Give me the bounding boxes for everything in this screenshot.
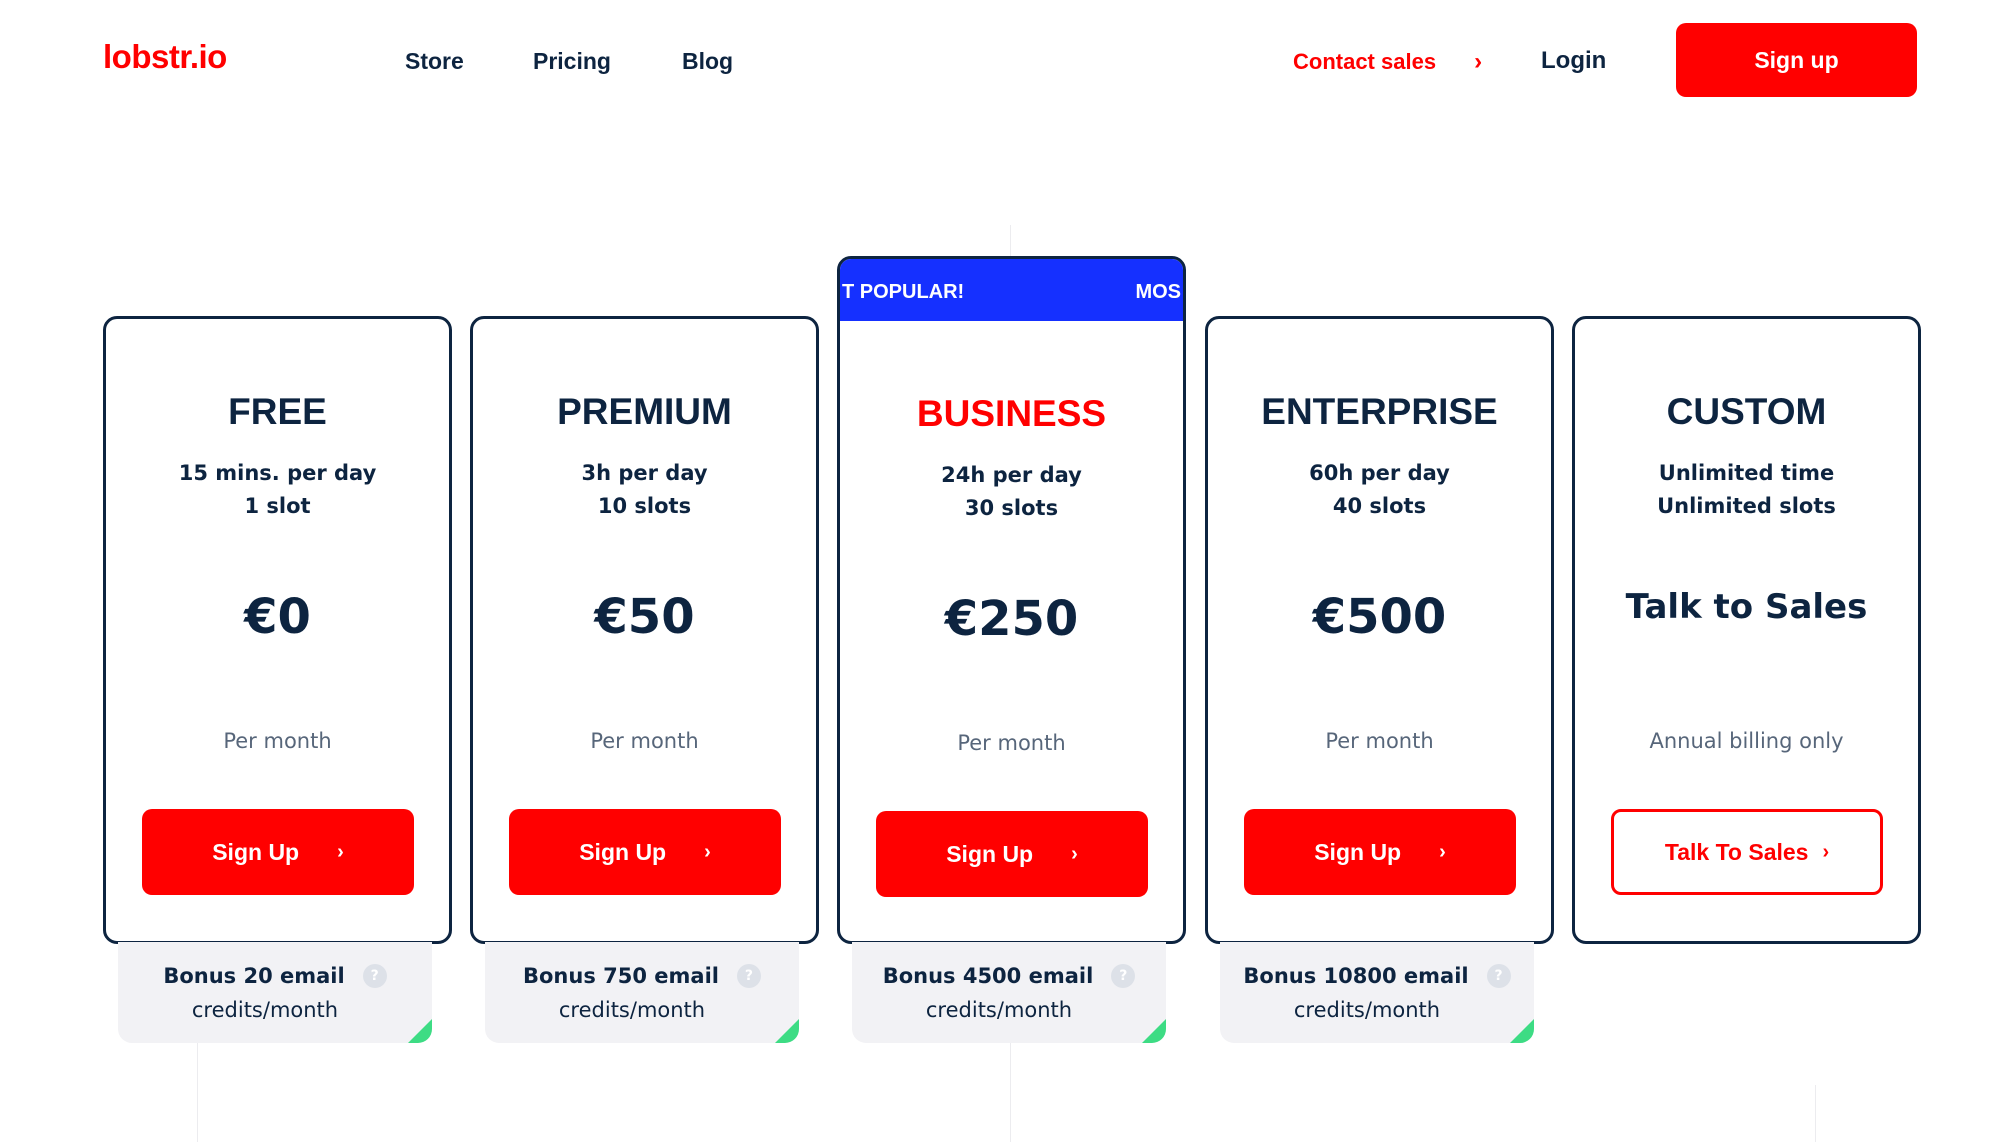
plan-feature-time: 3h per day — [581, 461, 708, 485]
plan-feature-time: 24h per day — [941, 463, 1082, 487]
contact-sales-link[interactable]: Contact sales › — [1293, 48, 1482, 76]
banner-text: MOS — [1135, 281, 1181, 303]
plan-card-free: FREE 15 mins. per day 1 slot €0 Per mont… — [103, 316, 452, 944]
help-icon[interactable]: ? — [1111, 964, 1136, 988]
plan-feature-time: Unlimited time — [1658, 461, 1835, 485]
login-link[interactable]: Login — [1541, 47, 1606, 75]
plan-name: BUSINESS — [916, 393, 1107, 434]
corner-accent — [1510, 1019, 1534, 1043]
bonus-credits-box: Bonus 10800 email? credits/month — [1220, 942, 1534, 1043]
bonus-credits-box: Bonus 750 email? credits/month — [485, 942, 799, 1043]
button-label: Sign Up — [1314, 838, 1402, 865]
plan-feature-slots: 30 slots — [964, 496, 1059, 520]
nav-store[interactable]: Store — [405, 48, 464, 75]
plan-card-business: T POPULAR! MOS BUSINESS 24h per day 30 s… — [837, 256, 1186, 944]
bonus-unit: credits/month — [558, 998, 706, 1022]
button-label: Sign Up — [579, 838, 667, 865]
bonus-unit: credits/month — [925, 998, 1073, 1022]
plan-signup-button[interactable]: Sign Up › — [1244, 809, 1516, 895]
bonus-credits-box: Bonus 4500 email? credits/month — [852, 942, 1166, 1043]
most-popular-banner: T POPULAR! MOS — [840, 259, 1183, 321]
plan-feature-time: 60h per day — [1309, 461, 1450, 485]
chevron-right-icon: › — [1822, 840, 1830, 863]
bonus-credits-box: Bonus 20 email? credits/month — [118, 942, 432, 1043]
contact-sales-label: Contact sales — [1293, 49, 1437, 74]
plan-period: Annual billing only — [1649, 729, 1844, 753]
bonus-text: Bonus 4500 email — [882, 964, 1094, 988]
chevron-right-icon: › — [1474, 48, 1483, 75]
chevron-right-icon: › — [704, 840, 711, 863]
plan-card-premium: PREMIUM 3h per day 10 slots €50 Per mont… — [470, 316, 819, 944]
button-label: Talk To Sales — [1664, 838, 1809, 865]
plan-name: CUSTOM — [1666, 391, 1827, 432]
plan-price: Talk to Sales — [1625, 587, 1868, 627]
background-guide-line — [1815, 1085, 1816, 1142]
plan-price: €50 — [594, 589, 695, 645]
top-nav: lobstr.io Store Pricing Blog Contact sal… — [0, 0, 1999, 125]
bonus-unit: credits/month — [1293, 998, 1441, 1022]
banner-text: T POPULAR! — [842, 281, 965, 303]
plan-card-enterprise: ENTERPRISE 60h per day 40 slots €500 Per… — [1205, 316, 1554, 944]
help-icon[interactable]: ? — [1486, 964, 1511, 988]
plan-feature-time: 15 mins. per day — [178, 461, 377, 485]
chevron-right-icon: › — [1439, 840, 1446, 863]
plan-price: €500 — [1312, 589, 1447, 645]
plan-card-custom: CUSTOM Unlimited time Unlimited slots Ta… — [1572, 316, 1921, 944]
chevron-right-icon: › — [1071, 842, 1078, 865]
bonus-text: Bonus 10800 email — [1243, 964, 1469, 988]
plan-name: ENTERPRISE — [1261, 391, 1498, 432]
talk-to-sales-button[interactable]: Talk To Sales › — [1611, 809, 1883, 895]
bonus-unit: credits/month — [191, 998, 339, 1022]
bonus-text: Bonus 750 email — [523, 964, 719, 988]
plan-period: Per month — [590, 729, 699, 753]
nav-blog[interactable]: Blog — [682, 48, 733, 75]
help-icon[interactable]: ? — [362, 964, 387, 988]
plan-period: Per month — [223, 729, 332, 753]
plan-feature-slots: 40 slots — [1332, 494, 1427, 518]
plan-name: FREE — [228, 391, 327, 432]
plan-feature-slots: Unlimited slots — [1657, 494, 1836, 518]
signup-button[interactable]: Sign up — [1676, 23, 1917, 97]
button-label: Sign Up — [212, 838, 300, 865]
plan-feature-slots: 10 slots — [597, 494, 692, 518]
plan-signup-button[interactable]: Sign Up › — [142, 809, 414, 895]
chevron-right-icon: › — [337, 840, 344, 863]
plan-signup-button[interactable]: Sign Up › — [876, 811, 1148, 897]
plan-name: PREMIUM — [557, 391, 732, 432]
button-label: Sign Up — [946, 840, 1034, 867]
nav-pricing[interactable]: Pricing — [533, 48, 611, 75]
plan-period: Per month — [957, 731, 1066, 755]
corner-accent — [1142, 1019, 1166, 1043]
plan-price: €250 — [944, 591, 1079, 647]
plan-price: €0 — [244, 589, 311, 645]
logo[interactable]: lobstr.io — [103, 38, 227, 76]
plan-period: Per month — [1325, 729, 1434, 753]
corner-accent — [775, 1019, 799, 1043]
help-icon[interactable]: ? — [736, 964, 761, 988]
plan-signup-button[interactable]: Sign Up › — [509, 809, 781, 895]
corner-accent — [408, 1019, 432, 1043]
bonus-text: Bonus 20 email — [163, 964, 345, 988]
plan-feature-slots: 1 slot — [244, 494, 311, 518]
